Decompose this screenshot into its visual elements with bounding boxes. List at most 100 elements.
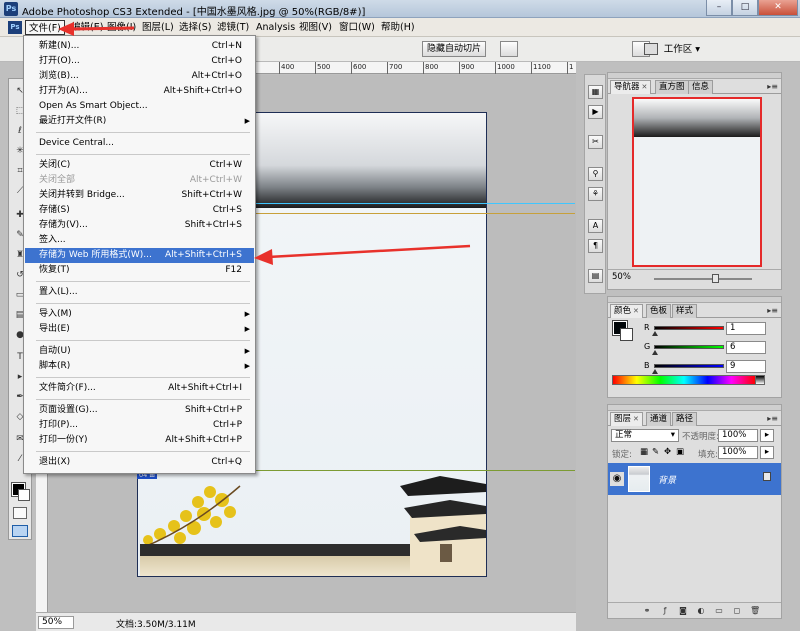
new-layer-icon[interactable]: ◻ bbox=[732, 606, 742, 616]
panel-menu-icon[interactable]: ▸≡ bbox=[767, 414, 778, 423]
panel-collapse-bar[interactable] bbox=[608, 73, 781, 79]
green-slider[interactable] bbox=[654, 345, 724, 349]
color-spectrum-bar[interactable] bbox=[612, 375, 765, 385]
blend-mode-select[interactable]: 正常 ▾ bbox=[611, 429, 679, 442]
menu-item-automate[interactable]: 自动(U) ▶ bbox=[25, 344, 254, 359]
menu-item-print-one-copy[interactable]: 打印一份(Y) Alt+Shift+Ctrl+P bbox=[25, 433, 254, 448]
tab-channels[interactable]: 通道 bbox=[646, 412, 672, 426]
paragraph-icon[interactable]: ¶ bbox=[588, 239, 603, 253]
menu-select[interactable]: 选择(S) bbox=[176, 20, 214, 35]
status-zoom-field[interactable]: 50% bbox=[38, 616, 74, 629]
menu-item-save-for-web[interactable]: 存储为 Web 所用格式(W)... Alt+Shift+Ctrl+S bbox=[25, 248, 254, 263]
menu-item-check-in[interactable]: 签入... bbox=[25, 233, 254, 248]
menu-item-open-as[interactable]: 打开为(A)... Alt+Shift+Ctrl+O bbox=[25, 84, 254, 99]
red-value-input[interactable]: 1 bbox=[726, 322, 766, 335]
navigator-preview[interactable] bbox=[632, 97, 762, 267]
menu-item-exit[interactable]: 退出(X) Ctrl+Q bbox=[25, 455, 254, 470]
panel-collapse-bar[interactable] bbox=[608, 297, 781, 303]
new-group-icon[interactable]: ▭ bbox=[714, 606, 724, 616]
menu-item-scripts[interactable]: 脚本(R) ▶ bbox=[25, 359, 254, 374]
panel-menu-icon[interactable]: ▸≡ bbox=[767, 82, 778, 91]
green-slider-knob[interactable] bbox=[652, 350, 658, 355]
clone-source-icon[interactable]: ⚘ bbox=[588, 187, 603, 201]
menu-item-revert[interactable]: 恢复(T) F12 bbox=[25, 263, 254, 278]
actions-icon[interactable]: ▶ bbox=[588, 105, 603, 119]
menu-analysis[interactable]: Analysis bbox=[253, 20, 298, 35]
menu-item-save-as[interactable]: 存储为(V)... Shift+Ctrl+S bbox=[25, 218, 254, 233]
color-background-swatch[interactable] bbox=[620, 328, 633, 341]
close-button[interactable]: ✕ bbox=[758, 0, 798, 16]
fill-input[interactable]: 100% bbox=[718, 446, 758, 459]
green-value-input[interactable]: 6 bbox=[726, 341, 766, 354]
menu-item-browse[interactable]: 浏览(B)... Alt+Ctrl+O bbox=[25, 69, 254, 84]
tab-color[interactable]: 颜色 ✕ bbox=[610, 304, 643, 318]
blue-slider[interactable] bbox=[654, 364, 724, 368]
slice-options-icon[interactable] bbox=[500, 41, 518, 57]
tab-styles[interactable]: 样式 bbox=[672, 304, 698, 318]
menu-item-device-central[interactable]: Device Central... bbox=[25, 136, 254, 151]
panel-menu-icon[interactable]: ▸≡ bbox=[767, 306, 778, 315]
minimize-button[interactable]: – bbox=[706, 0, 732, 16]
character-icon[interactable]: A bbox=[588, 219, 603, 233]
menu-item-close[interactable]: 关闭(C) Ctrl+W bbox=[25, 158, 254, 173]
layer-style-icon[interactable]: ƒ bbox=[660, 606, 670, 616]
layer-comps-icon[interactable]: ▤ bbox=[588, 269, 603, 283]
maximize-button[interactable]: □ bbox=[732, 0, 758, 16]
menu-window[interactable]: 窗口(W) bbox=[336, 20, 378, 35]
blue-slider-knob[interactable] bbox=[652, 369, 658, 374]
layer-mask-icon[interactable]: ◙ bbox=[678, 606, 688, 616]
tab-histogram[interactable]: 直方图 bbox=[655, 80, 689, 94]
adjustment-layer-icon[interactable]: ◐ bbox=[696, 606, 706, 616]
tool-presets-icon[interactable]: ✂ bbox=[588, 135, 603, 149]
lock-position-icon[interactable]: ✥ bbox=[664, 447, 671, 457]
tab-navigator[interactable]: 导航器 ✕ bbox=[610, 80, 652, 94]
menu-item-place[interactable]: 置入(L)... bbox=[25, 285, 254, 300]
layer-name[interactable]: 背景 bbox=[658, 473, 676, 486]
menu-item-save[interactable]: 存储(S) Ctrl+S bbox=[25, 203, 254, 218]
menu-item-print[interactable]: 打印(P)... Ctrl+P bbox=[25, 418, 254, 433]
layer-visibility-eye-icon[interactable]: ◉ bbox=[610, 472, 624, 486]
menu-item-page-setup[interactable]: 页面设置(G)... Shift+Ctrl+P bbox=[25, 403, 254, 418]
blue-value-input[interactable]: 9 bbox=[726, 360, 766, 373]
menu-item-new[interactable]: 新建(N)... Ctrl+N bbox=[25, 39, 254, 54]
menu-item-file-info[interactable]: 文件简介(F)... Alt+Shift+Ctrl+I bbox=[25, 381, 254, 396]
brushes-icon[interactable]: ⚲ bbox=[588, 167, 603, 181]
document-size-info[interactable]: 文档:3.50M/3.11M bbox=[116, 617, 196, 630]
menu-view[interactable]: 视图(V) bbox=[296, 20, 335, 35]
tab-paths[interactable]: 路径 bbox=[672, 412, 698, 426]
background-color-swatch[interactable] bbox=[18, 489, 30, 501]
delete-layer-icon[interactable]: 🗑 bbox=[750, 606, 760, 616]
lock-transparency-icon[interactable]: ▦ bbox=[640, 447, 648, 457]
history-icon[interactable]: ▦ bbox=[588, 85, 603, 99]
menu-help[interactable]: 帮助(H) bbox=[378, 20, 418, 35]
menu-item-close-all[interactable]: 关闭全部 Alt+Ctrl+W bbox=[25, 173, 254, 188]
tab-info[interactable]: 信息 bbox=[688, 80, 714, 94]
guide-line[interactable] bbox=[255, 203, 575, 204]
black-white-ramp[interactable] bbox=[755, 375, 765, 385]
menu-filter[interactable]: 滤镜(T) bbox=[214, 20, 252, 35]
quick-mask-icon[interactable] bbox=[13, 507, 27, 519]
menu-item-open-smart-object[interactable]: Open As Smart Object... bbox=[25, 99, 254, 114]
screen-mode-icon[interactable] bbox=[12, 525, 28, 537]
hide-auto-slices-button[interactable]: 隐藏自动切片 bbox=[422, 41, 487, 57]
tab-swatches[interactable]: 色板 bbox=[646, 304, 672, 318]
red-slider[interactable] bbox=[654, 326, 724, 330]
zoom-slider-track[interactable] bbox=[654, 278, 752, 280]
menu-layer[interactable]: 图层(L) bbox=[139, 20, 177, 35]
menu-item-recent-files[interactable]: 最近打开文件(R) ▶ bbox=[25, 114, 254, 129]
tab-layers[interactable]: 图层 ✕ bbox=[610, 412, 643, 426]
red-slider-knob[interactable] bbox=[652, 331, 658, 336]
lock-pixels-icon[interactable]: ✎ bbox=[652, 447, 659, 457]
layer-row-background[interactable]: ◉ 背景 bbox=[608, 463, 781, 495]
zoom-slider-thumb[interactable] bbox=[712, 274, 719, 283]
lock-all-icon[interactable]: ▣ bbox=[676, 447, 684, 457]
menu-item-export[interactable]: 导出(E) ▶ bbox=[25, 322, 254, 337]
panel-collapse-bar[interactable] bbox=[608, 405, 781, 411]
fill-dropdown-icon[interactable]: ▸ bbox=[760, 446, 774, 459]
slice-line[interactable] bbox=[255, 213, 575, 214]
menu-item-open[interactable]: 打开(O)... Ctrl+O bbox=[25, 54, 254, 69]
opacity-input[interactable]: 100% bbox=[718, 429, 758, 442]
workspace-menu[interactable]: 工作区 ▾ bbox=[643, 41, 700, 58]
menu-item-close-go-bridge[interactable]: 关闭并转到 Bridge... Shift+Ctrl+W bbox=[25, 188, 254, 203]
ps-menu-icon[interactable]: Ps bbox=[8, 21, 22, 34]
